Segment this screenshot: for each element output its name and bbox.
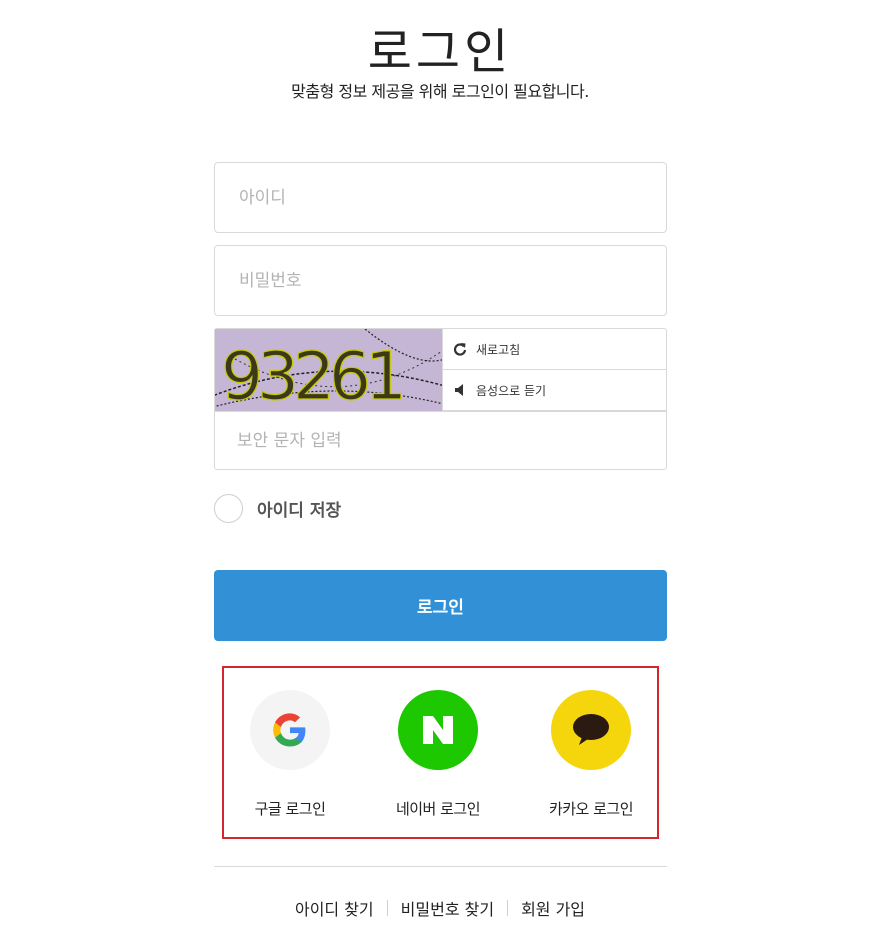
refresh-icon xyxy=(453,343,467,356)
naver-login-button[interactable]: 네이버 로그인 xyxy=(363,690,513,819)
naver-login-label: 네이버 로그인 xyxy=(395,800,481,818)
find-password-link[interactable]: 비밀번호 찾기 xyxy=(401,896,494,920)
social-login-box: 구글 로그인 네이버 로그인 카카오 로그인 xyxy=(222,666,659,839)
speaker-icon xyxy=(455,384,463,396)
link-separator xyxy=(507,900,509,916)
captcha-refresh-label: 새로고침 xyxy=(476,342,521,357)
google-login-button[interactable]: 구글 로그인 xyxy=(215,690,365,819)
save-id-toggle[interactable]: 아이디 저장 xyxy=(214,494,341,523)
save-id-label: 아이디 저장 xyxy=(257,501,342,521)
captcha-audio-label: 음성으로 듣기 xyxy=(476,383,547,398)
kakao-login-label: 카카오 로그인 xyxy=(548,800,634,818)
captcha-refresh-button[interactable]: 새로고침 xyxy=(442,329,667,370)
password-field[interactable] xyxy=(214,245,667,316)
captcha-input-field[interactable] xyxy=(215,411,666,469)
find-id-link[interactable]: 아이디 찾기 xyxy=(295,896,374,920)
captcha-text: 93261 xyxy=(221,338,401,411)
google-login-label: 구글 로그인 xyxy=(254,800,326,818)
page-title: 로그인 xyxy=(367,24,513,80)
captcha-input[interactable] xyxy=(215,412,666,469)
signup-link[interactable]: 회원 가입 xyxy=(521,896,585,920)
captcha-audio-button[interactable]: 음성으로 듣기 xyxy=(442,370,667,411)
captcha-image: 93261 xyxy=(215,329,442,411)
link-separator xyxy=(386,900,388,916)
account-links: 아이디 찾기 비밀번호 찾기 회원 가입 xyxy=(0,896,880,920)
kakao-chat-icon xyxy=(551,690,631,770)
captcha-box: 93261 새로고침 음성으로 듣기 xyxy=(214,328,667,470)
naver-icon xyxy=(398,690,478,770)
id-field[interactable] xyxy=(214,162,667,233)
page-subtitle: 맞춤형 정보 제공을 위해 로그인이 필요합니다. xyxy=(291,82,589,101)
save-id-radio[interactable] xyxy=(214,494,243,523)
divider xyxy=(214,866,667,867)
google-icon xyxy=(250,690,330,770)
password-input[interactable] xyxy=(215,246,666,315)
id-input[interactable] xyxy=(215,163,666,232)
login-button[interactable]: 로그인 xyxy=(214,570,667,641)
kakao-login-button[interactable]: 카카오 로그인 xyxy=(516,690,666,819)
